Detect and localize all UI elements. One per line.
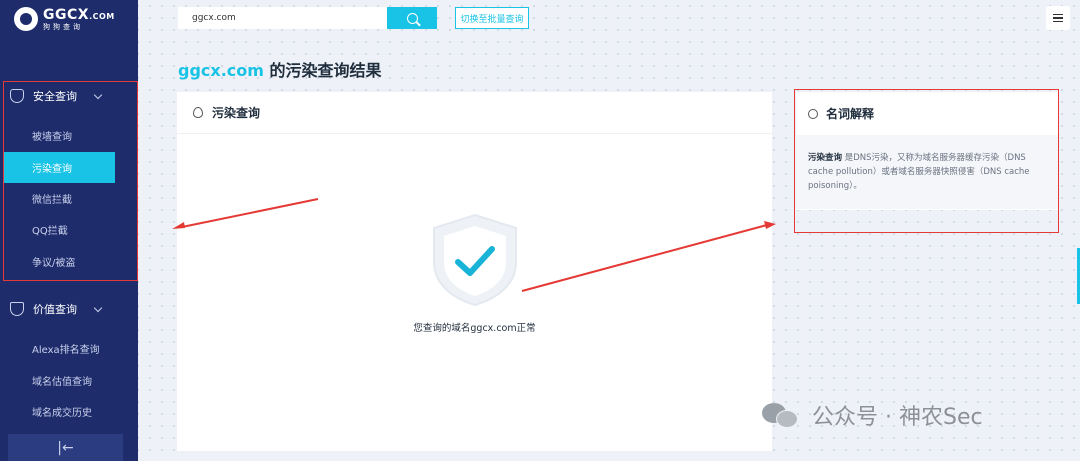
annotation-arrow-right	[521, 224, 768, 292]
annotation-arrow-left	[181, 198, 319, 228]
watermark-text: 公众号 · 神农Sec	[812, 405, 983, 430]
annotation-arrow-left-head	[172, 222, 185, 229]
annotation-arrows	[172, 198, 776, 292]
watermark: 公众号 · 神农Sec	[762, 399, 983, 431]
wechat-icon	[762, 401, 802, 429]
